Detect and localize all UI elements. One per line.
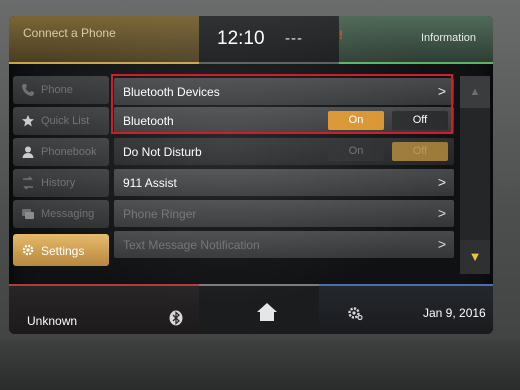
top-status-bar: Connect a Phone 12:10 --- ! Information (9, 16, 493, 64)
header-left-title[interactable]: Connect a Phone (23, 26, 116, 40)
gear-icon[interactable] (347, 306, 363, 322)
row-label: Text Message Notification (123, 238, 260, 252)
temperature-readout: --- (285, 30, 303, 47)
row-label: Do Not Disturb (123, 145, 202, 159)
sidebar-item-phonebook[interactable]: Phonebook (13, 138, 109, 166)
chevron-right-icon: > (437, 205, 446, 221)
person-icon (22, 146, 34, 158)
audio-source-label: Unknown (27, 314, 78, 328)
star-icon (22, 115, 34, 127)
sidebar-item-quick-list[interactable]: Quick List (13, 107, 109, 135)
header-right-title[interactable]: Information (421, 32, 476, 44)
date-display: Jan 9, 2016 (423, 306, 486, 320)
alert-icon: ! (339, 28, 343, 42)
chevron-right-icon: > (437, 174, 446, 190)
phone-header-tab[interactable] (9, 16, 209, 64)
history-icon (23, 176, 33, 190)
settings-row-phone-ringer[interactable]: Phone Ringer > (114, 200, 454, 227)
row-label: 911 Assist (123, 176, 177, 190)
phone-icon (22, 84, 34, 96)
home-icon[interactable] (256, 302, 278, 322)
dashboard-trim (0, 340, 520, 390)
sidebar-item-settings[interactable]: Settings (13, 234, 109, 266)
bluetooth-icon (169, 310, 183, 326)
infotainment-screen: Connect a Phone 12:10 --- ! Information … (9, 16, 493, 334)
sidebar-item-label: Phonebook (41, 146, 97, 158)
dnd-off-toggle[interactable]: Off (392, 142, 448, 161)
gear-icon (22, 244, 34, 256)
bottom-bar: Unknown Jan 9, 2016 (9, 284, 493, 334)
sidebar-item-history[interactable]: History (13, 169, 109, 197)
sidebar-item-phone[interactable]: Phone (13, 76, 109, 104)
sidebar-item-label: Quick List (41, 115, 90, 127)
settings-row-text-message-notification[interactable]: Text Message Notification > (114, 231, 454, 258)
sidebar-item-label: Settings (41, 244, 85, 258)
scroll-up-icon[interactable]: ▲ (460, 76, 490, 108)
sidebar-item-label: History (41, 177, 76, 189)
sidebar-item-label: Messaging (41, 208, 95, 220)
chevron-right-icon: > (437, 236, 446, 252)
settings-row-911-assist[interactable]: 911 Assist > (114, 169, 454, 196)
sidebar-item-label: Phone (41, 84, 73, 96)
sidebar-item-messaging[interactable]: Messaging (13, 200, 109, 228)
clock: 12:10 (217, 28, 265, 49)
settings-scrollbar[interactable]: ▲ ▼ (460, 76, 490, 274)
scroll-down-icon[interactable]: ▼ (460, 240, 490, 274)
annotation-highlight-box (111, 74, 453, 134)
row-label: Phone Ringer (123, 207, 197, 221)
dnd-on-toggle[interactable]: On (328, 142, 384, 161)
messaging-icon (22, 209, 34, 219)
settings-row-do-not-disturb: Do Not Disturb On Off (114, 138, 454, 165)
